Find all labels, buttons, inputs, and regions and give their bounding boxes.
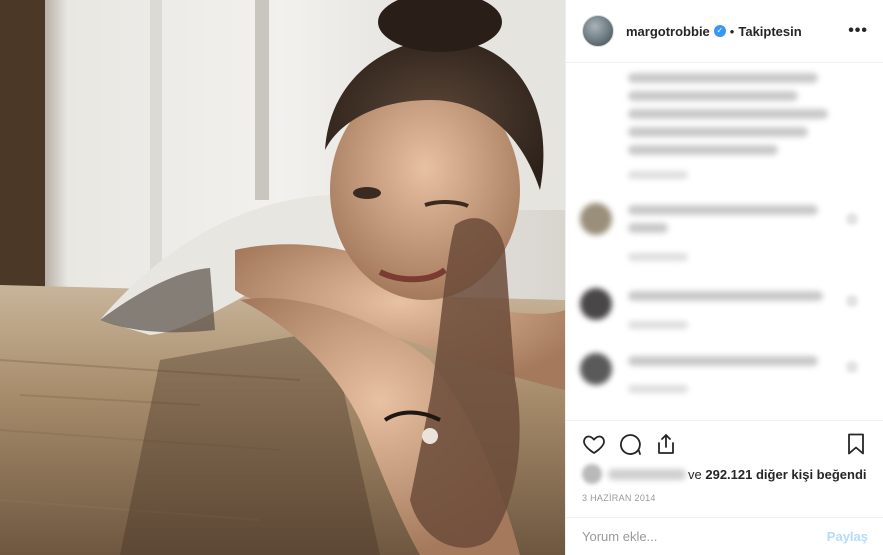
share-button[interactable] (648, 426, 684, 462)
username-link[interactable]: margotrobbie (626, 24, 710, 39)
bookmark-icon (848, 433, 864, 454)
likes-summary[interactable]: ve 292.121 diğer kişi beğendi (582, 462, 867, 486)
post-date[interactable]: 3 HAZİRAN 2014 (582, 493, 656, 503)
commenter-avatar[interactable] (580, 288, 612, 320)
blurred-comment-meta (628, 385, 688, 393)
comment-heart-icon[interactable] (846, 213, 858, 225)
post-photo[interactable] (0, 0, 565, 555)
likes-count[interactable]: 292.121 diğer kişi beğendi (705, 467, 866, 482)
post-actions-bar (566, 420, 883, 466)
comment-box: Paylaş (566, 517, 883, 555)
blurred-comment-line (628, 223, 668, 233)
comment-button[interactable] (612, 426, 648, 462)
save-button[interactable] (838, 426, 874, 462)
following-button[interactable]: Takiptesin (738, 24, 801, 39)
heart-icon (583, 435, 605, 454)
more-options-icon[interactable]: ••• (848, 22, 868, 40)
blurred-caption-meta (628, 171, 688, 179)
likes-count-number: 292.121 (705, 466, 753, 482)
blurred-comment-line (628, 291, 823, 301)
blurred-caption-line (628, 91, 798, 101)
verified-check-icon: ✓ (713, 25, 726, 37)
likes-count-suffix: diğer kişi beğendi (755, 466, 867, 482)
blurred-comment-meta (628, 253, 688, 261)
share-icon (658, 433, 674, 454)
blurred-comment-line (628, 205, 818, 215)
post-header: margotrobbie ✓ • Takiptesin ••• (566, 0, 883, 63)
header-separator: • (729, 23, 735, 39)
blurred-caption-line (628, 73, 818, 83)
blurred-caption-line (628, 109, 828, 119)
blurred-comment-line (628, 356, 818, 366)
post-comment-button[interactable]: Paylaş (827, 529, 868, 544)
like-button[interactable] (576, 426, 612, 462)
likes-prefix: ve (688, 466, 702, 482)
commenter-avatar[interactable] (580, 353, 612, 385)
blurred-liker-name (608, 468, 686, 480)
comment-icon (620, 433, 641, 455)
post-side-panel: margotrobbie ✓ • Takiptesin ••• ve 292.1… (565, 0, 883, 555)
avatar[interactable] (582, 15, 614, 47)
liker-avatar (582, 464, 602, 484)
blurred-comment-meta (628, 321, 688, 329)
commenter-avatar[interactable] (580, 203, 612, 235)
blurred-caption-line (628, 127, 808, 137)
comment-heart-icon[interactable] (846, 361, 858, 373)
comment-input[interactable] (582, 529, 827, 544)
comments-list[interactable] (566, 63, 883, 420)
comment-heart-icon[interactable] (846, 295, 858, 307)
photo-illustration (0, 0, 565, 555)
blurred-caption-line (628, 145, 778, 155)
